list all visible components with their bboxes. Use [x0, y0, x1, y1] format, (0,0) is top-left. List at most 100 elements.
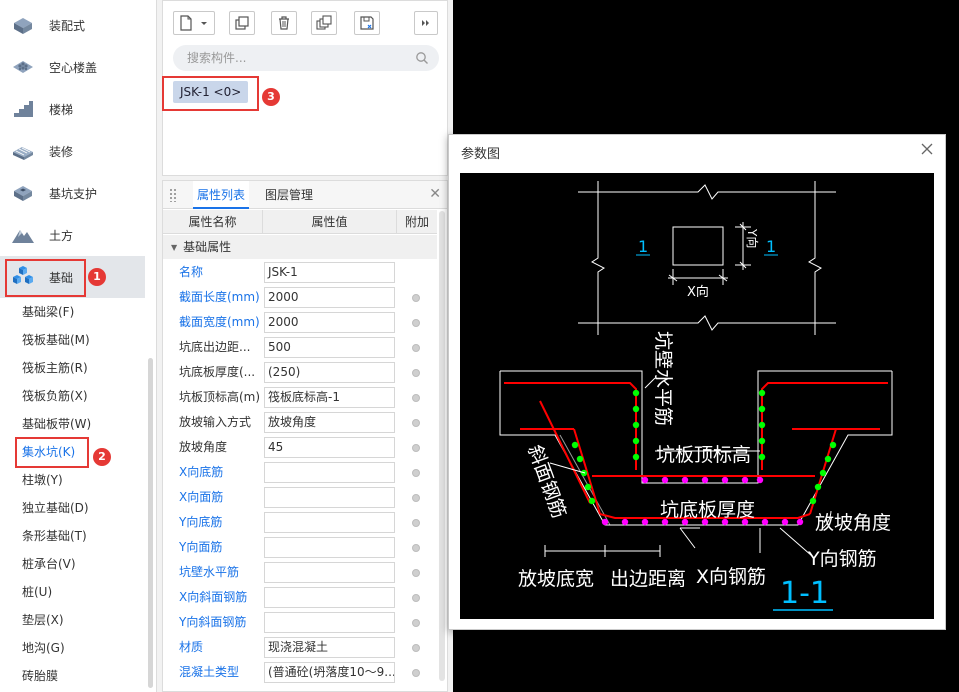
tab-layer-management[interactable]: 图层管理 [261, 181, 317, 209]
property-value-field[interactable]: 500 [264, 337, 395, 358]
attach-checkbox[interactable] [412, 419, 420, 427]
property-value-field[interactable] [264, 612, 395, 633]
attach-checkbox[interactable] [412, 619, 420, 627]
nav-subitem[interactable]: 垫层(X) [22, 606, 64, 634]
attach-checkbox[interactable] [412, 444, 420, 452]
attach-checkbox[interactable] [412, 344, 420, 352]
property-value-field[interactable]: 现浇混凝土 [264, 637, 395, 658]
expand-panel-button[interactable] [414, 11, 438, 35]
nav-category-hollow-slab[interactable]: 空心楼盖 [0, 46, 145, 88]
property-row: Y向面筋 [163, 535, 437, 560]
property-value-field[interactable] [264, 487, 395, 508]
nav-category-label: 装配式 [49, 18, 86, 33]
attach-checkbox[interactable] [412, 469, 420, 477]
nav-category-prefab[interactable]: 装配式 [0, 4, 145, 46]
property-name: X向底筋 [179, 465, 224, 479]
attach-checkbox[interactable] [412, 319, 420, 327]
property-row: 坑壁水平筋 [163, 560, 437, 585]
attach-checkbox[interactable] [412, 494, 420, 502]
column-header: 属性名称 [163, 210, 263, 234]
collapse-triangle-icon: ▼ [171, 243, 178, 252]
property-row: Y向斜面钢筋 [163, 610, 437, 635]
property-value-field[interactable]: (普通砼(坍落度10～9... [264, 662, 395, 683]
save-icon [360, 16, 374, 30]
attach-checkbox[interactable] [412, 669, 420, 677]
nav-subitem[interactable]: 基础板带(W) [22, 410, 91, 438]
property-value-field[interactable] [264, 512, 395, 533]
property-value-field[interactable]: (250) [264, 362, 395, 383]
component-search-input[interactable] [187, 49, 407, 67]
copy-component-button[interactable] [229, 11, 255, 35]
category-nav: 装配式 空心楼盖 楼梯 装修 基坑支护 土方 基础 基础梁(F) 筏板基础(M)… [0, 0, 157, 692]
nav-subitem[interactable]: 柱墩(Y) [22, 466, 63, 494]
slope-angle-label: 放坡角度 [815, 512, 891, 534]
search-icon[interactable] [415, 51, 429, 65]
property-name: 放坡角度 [179, 440, 228, 454]
nav-subitem[interactable]: 基础梁(F) [22, 298, 74, 326]
property-table-header: 属性名称 属性值 附加 [163, 210, 437, 234]
property-value-field[interactable] [264, 537, 395, 558]
attach-checkbox[interactable] [412, 544, 420, 552]
property-value-field[interactable]: 放坡角度 [264, 412, 395, 433]
layers-copy-icon [316, 15, 332, 30]
section-mark-left: 1 [638, 237, 648, 256]
property-name: X向斜面钢筋 [179, 590, 248, 604]
nav-category-label: 装修 [49, 144, 74, 159]
property-value-field[interactable]: 筏板底标高-1 [264, 387, 395, 408]
new-component-button[interactable] [173, 11, 215, 35]
property-value-field[interactable] [264, 462, 395, 483]
parameter-dialog: 参数图 1 1 X向 Y向 坑壁水平筋 坑板顶标高 斜面钢筋 坑底板厚度 放坡角… [448, 134, 946, 630]
copy-icon [235, 16, 249, 30]
attach-checkbox[interactable] [412, 644, 420, 652]
property-scrollbar[interactable] [439, 211, 445, 681]
property-name: 放坡输入方式 [179, 415, 252, 429]
nav-subitem[interactable]: 条形基础(T) [22, 522, 87, 550]
nav-category-decoration[interactable]: 装修 [0, 130, 145, 172]
delete-component-button[interactable] [271, 11, 297, 35]
property-value-field[interactable]: 45 [264, 437, 395, 458]
property-row: X向面筋 [163, 485, 437, 510]
nav-subitem[interactable]: 地沟(G) [22, 634, 65, 662]
decoration-icon [9, 140, 37, 162]
property-value-field[interactable] [264, 587, 395, 608]
nav-category-earthwork[interactable]: 土方 [0, 214, 145, 256]
property-group-header[interactable]: ▼ 基础属性 [163, 235, 437, 259]
attach-checkbox[interactable] [412, 294, 420, 302]
attach-checkbox[interactable] [412, 369, 420, 377]
nav-subitem[interactable]: 筏板负筋(X) [22, 382, 88, 410]
attach-checkbox[interactable] [412, 519, 420, 527]
nav-category-pit-support[interactable]: 基坑支护 [0, 172, 145, 214]
y-bar-label: Y向钢筋 [807, 548, 877, 570]
drag-grip-icon[interactable] [169, 188, 177, 202]
earthwork-icon [9, 224, 37, 246]
save-template-button[interactable] [354, 11, 380, 35]
property-panel: 属性列表 图层管理 ✕ 属性名称 属性值 附加 ▼ 基础属性 名称 JSK-1 截… [162, 180, 448, 692]
nav-subitem[interactable]: 筏板主筋(R) [22, 354, 88, 382]
property-value-field[interactable]: 2000 [264, 312, 395, 333]
layer-copy-button[interactable] [311, 11, 337, 35]
attach-checkbox[interactable] [412, 594, 420, 602]
property-row: 放坡输入方式 放坡角度 [163, 410, 437, 435]
nav-subitem[interactable]: 砖胎膜 [22, 662, 58, 690]
nav-subitem[interactable]: 桩承台(V) [22, 550, 76, 578]
nav-subitem[interactable]: 筏板基础(M) [22, 326, 90, 354]
property-value-field[interactable] [264, 562, 395, 583]
nav-scrollbar[interactable] [148, 358, 153, 688]
annotation-highlight-box [5, 259, 86, 297]
nav-subitem[interactable]: 桩(U) [22, 578, 52, 606]
property-row: 材质 现浇混凝土 [163, 635, 437, 660]
property-row: Y向底筋 [163, 510, 437, 535]
property-value-field[interactable]: JSK-1 [264, 262, 395, 283]
attach-checkbox[interactable] [412, 569, 420, 577]
nav-category-stairs[interactable]: 楼梯 [0, 88, 145, 130]
property-value-field[interactable]: 2000 [264, 287, 395, 308]
wall-horizontal-bar-label: 坑壁水平筋 [652, 331, 674, 426]
nav-category-label: 基坑支护 [49, 186, 98, 201]
attach-checkbox[interactable] [412, 394, 420, 402]
nav-subitem[interactable]: 独立基础(D) [22, 494, 89, 522]
close-icon[interactable] [919, 141, 935, 157]
slab-thickness-label: 坑底板厚度 [660, 499, 755, 521]
slope-bar-label: 斜面钢筋 [523, 442, 570, 521]
close-icon[interactable]: ✕ [429, 187, 441, 201]
tab-property-list[interactable]: 属性列表 [193, 181, 250, 209]
